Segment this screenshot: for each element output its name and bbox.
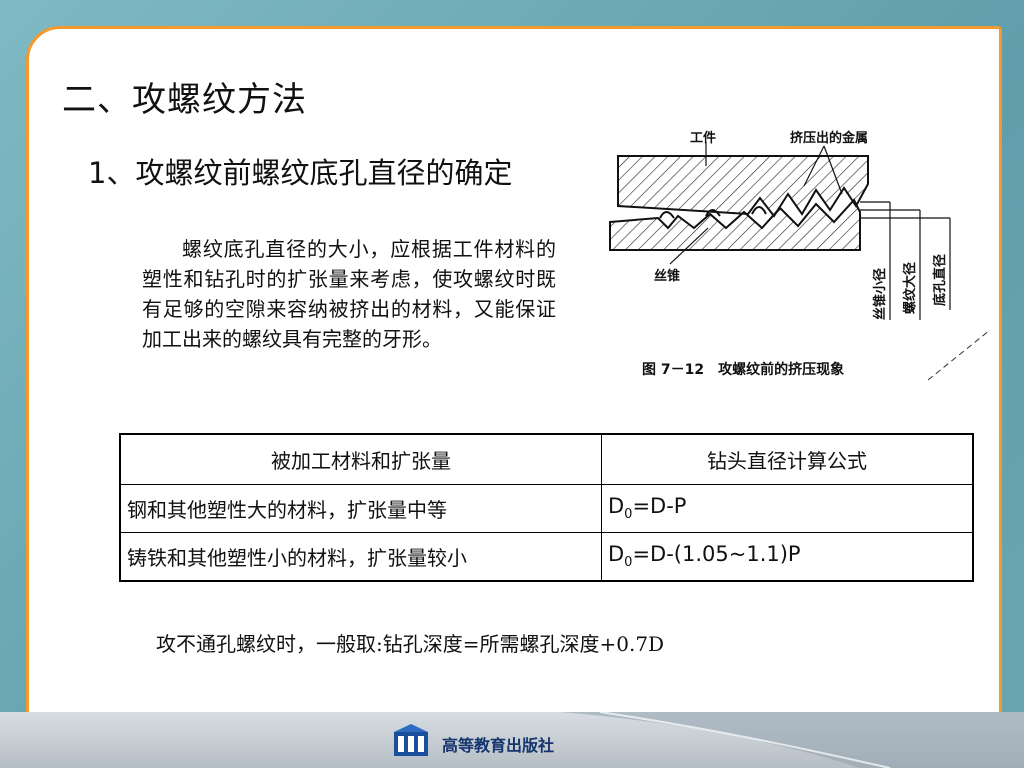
table-row: 钢和其他塑性大的材料，扩张量中等 D0=D-P — [119, 484, 974, 533]
table-row: 铸铁和其他塑性小的材料，扩张量较小 D0=D-(1.05~1.1)P — [119, 532, 974, 582]
label-tap: 丝锥 — [654, 268, 680, 284]
figure-caption: 图 7－12 攻螺纹前的挤压现象 — [642, 361, 844, 378]
material-cell: 铸铁和其他塑性小的材料，扩张量较小 — [119, 532, 602, 582]
publisher-logo-icon — [394, 724, 428, 756]
footer-decoration — [560, 712, 1024, 768]
slide-title: 二、攻螺纹方法 — [62, 80, 307, 120]
label-tap-minor-diameter: 丝锥小径 — [872, 268, 888, 320]
blind-hole-note: 攻不通孔螺纹时，一般取:钻孔深度=所需螺孔深度+0.7D — [156, 632, 665, 656]
formula-expression: =D-P — [632, 494, 687, 519]
drill-diameter-table: 被加工材料和扩张量 钻头直径计算公式 钢和其他塑性大的材料，扩张量中等 D0=D… — [119, 433, 974, 582]
formula-symbol: D — [608, 542, 625, 567]
formula-cell: D0=D-(1.05~1.1)P — [601, 532, 974, 582]
body-paragraph: 螺纹底孔直径的大小，应根据工件材料的塑性和钻孔时的扩张量来考虑，使攻螺纹时既有足… — [142, 237, 556, 351]
formula-expression: =D-(1.05~1.1)P — [632, 542, 801, 567]
formula-cell: D0=D-P — [601, 484, 974, 533]
table-header-row: 被加工材料和扩张量 钻头直径计算公式 — [119, 433, 974, 485]
formula-symbol: D — [608, 494, 625, 519]
tapping-extrusion-figure: 工件 挤压出的金属 丝锥 丝锥小径 螺纹大径 底孔直径 图 7－12 攻螺纹前的… — [609, 130, 990, 381]
material-cell: 钢和其他塑性大的材料，扩张量中等 — [119, 484, 602, 533]
slide-subtitle: 1、攻螺纹前螺纹底孔直径的确定 — [88, 156, 513, 190]
table-header-material: 被加工材料和扩张量 — [119, 433, 602, 485]
table-header-formula: 钻头直径计算公式 — [601, 433, 974, 485]
label-hole-diameter: 底孔直径 — [932, 254, 948, 306]
label-thread-major-diameter: 螺纹大径 — [902, 262, 918, 314]
label-workpiece: 工件 — [690, 130, 716, 146]
publisher-name: 高等教育出版社 — [442, 736, 555, 755]
label-extruded-metal: 挤压出的金属 — [790, 130, 868, 146]
